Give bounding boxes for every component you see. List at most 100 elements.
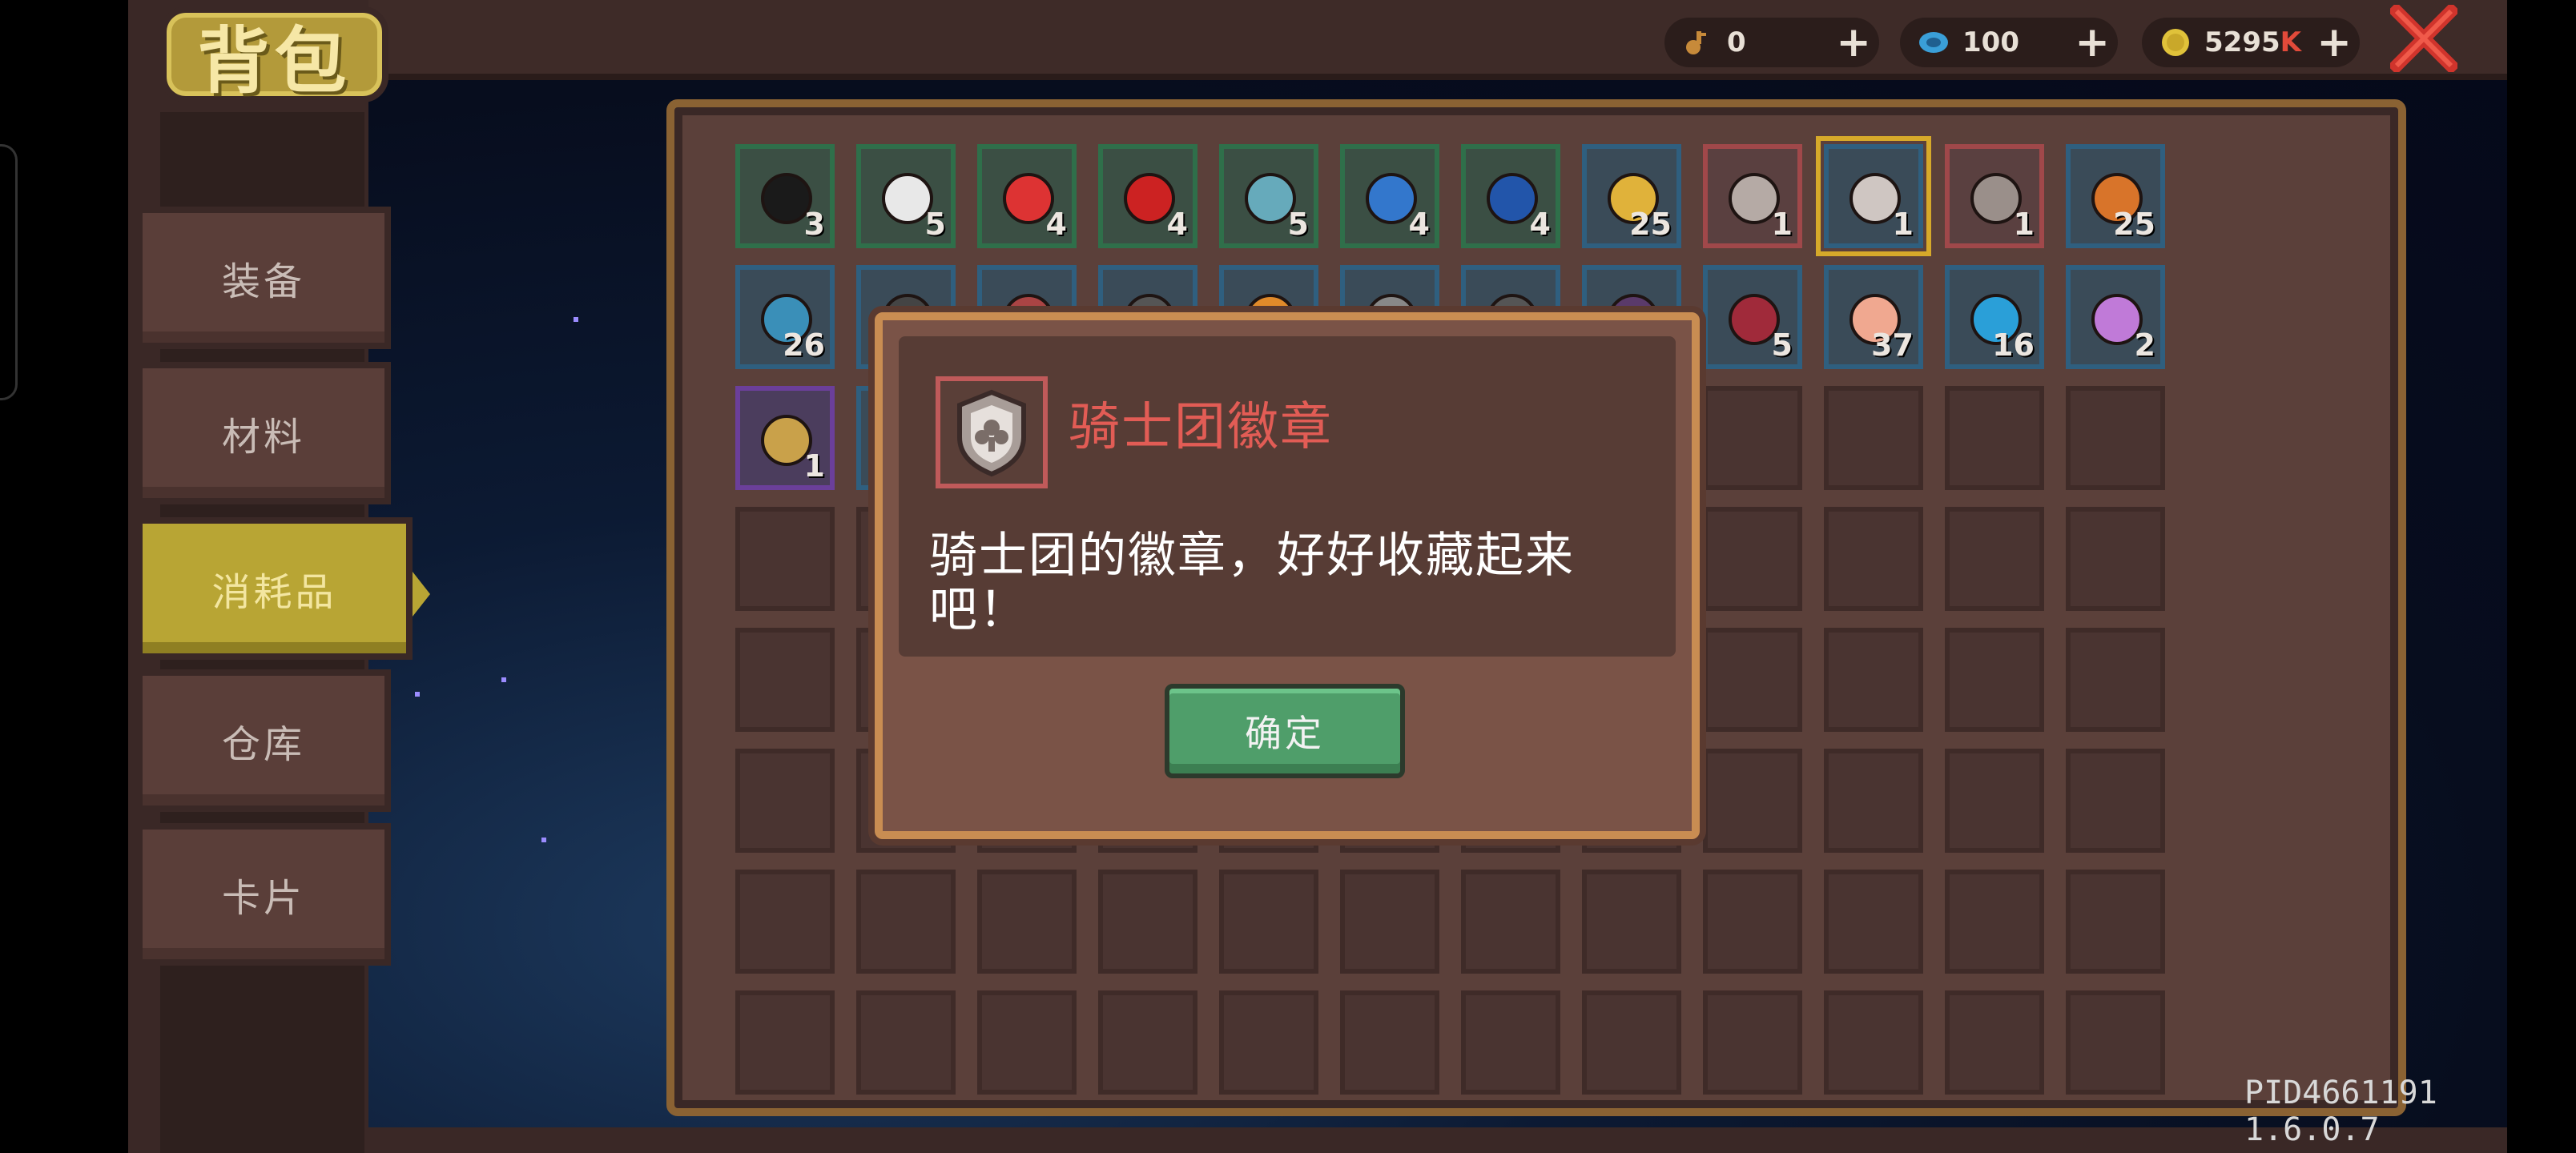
tab-label: 仓库	[221, 722, 305, 767]
tab-materials[interactable]: 材料	[136, 362, 391, 504]
empty-slot[interactable]	[735, 507, 835, 611]
tab-label: 材料	[221, 415, 305, 460]
empty-slot[interactable]	[1945, 507, 2044, 611]
coin-icon	[2162, 29, 2189, 56]
empty-slot[interactable]	[1703, 507, 1802, 611]
empty-slot[interactable]	[1703, 870, 1802, 974]
empty-slot[interactable]	[2066, 990, 2165, 1095]
item-count: 1	[1771, 207, 1793, 242]
empty-slot[interactable]	[1824, 628, 1923, 732]
empty-slot[interactable]	[1945, 628, 2044, 732]
gem-icon	[1919, 32, 1948, 53]
inventory-slot[interactable]: 1	[1816, 136, 1931, 256]
empty-slot[interactable]	[1703, 386, 1802, 490]
page-title: 背包	[197, 19, 352, 103]
item-count: 26	[783, 327, 825, 363]
inventory-slot[interactable]: 4	[1098, 144, 1197, 248]
inventory-slot[interactable]: 1	[1703, 144, 1802, 248]
empty-slot[interactable]	[1582, 870, 1681, 974]
empty-slot[interactable]	[1824, 870, 1923, 974]
item-count: 5	[1771, 327, 1793, 363]
inventory-slot[interactable]: 3	[735, 144, 835, 248]
inventory-slot[interactable]: 5	[856, 144, 956, 248]
item-count: 37	[1871, 327, 1914, 363]
star-decoration	[541, 838, 546, 842]
tab-label: 装备	[221, 259, 305, 304]
empty-slot[interactable]	[1824, 990, 1923, 1095]
empty-slot[interactable]	[735, 870, 835, 974]
empty-slot[interactable]	[856, 990, 956, 1095]
add-gems-button[interactable]: +	[2075, 22, 2110, 63]
empty-slot[interactable]	[1703, 990, 1802, 1095]
empty-slot[interactable]	[1219, 990, 1318, 1095]
empty-slot[interactable]	[735, 749, 835, 853]
close-x-icon	[2390, 5, 2457, 72]
empty-slot[interactable]	[1824, 749, 1923, 853]
inventory-slot[interactable]: 2	[2066, 265, 2165, 369]
inventory-slot[interactable]: 5	[1219, 144, 1318, 248]
backpack-title-plate: 背包	[160, 6, 388, 103]
tab-equipment[interactable]: 装备	[136, 207, 391, 349]
empty-slot[interactable]	[1703, 628, 1802, 732]
inventory-slot[interactable]: 25	[1582, 144, 1681, 248]
currency-coins: 5295K +	[2142, 18, 2360, 67]
tab-cards[interactable]: 卡片	[136, 823, 391, 966]
empty-slot[interactable]	[1582, 990, 1681, 1095]
inventory-slot[interactable]: 26	[735, 265, 835, 369]
empty-slot[interactable]	[2066, 507, 2165, 611]
empty-slot[interactable]	[2066, 386, 2165, 490]
build-version: PID4661191 1.6.0.7	[2244, 1075, 2437, 1148]
empty-slot[interactable]	[1945, 749, 2044, 853]
item-detail-dialog: 骑士团徽章 骑士团的徽章，好好收藏起来吧！ 确定	[875, 312, 1700, 839]
item-count: 25	[1629, 207, 1672, 242]
inventory-slot[interactable]: 25	[2066, 144, 2165, 248]
empty-slot[interactable]	[1824, 507, 1923, 611]
empty-slot[interactable]	[1945, 386, 2044, 490]
empty-slot[interactable]	[2066, 870, 2165, 974]
add-coins-button[interactable]: +	[2316, 22, 2352, 63]
dialog-title: 骑士团徽章	[1069, 398, 1333, 457]
empty-slot[interactable]	[2066, 628, 2165, 732]
item-count: 1	[2013, 207, 2035, 242]
item-count: 1	[803, 448, 825, 484]
tab-warehouse[interactable]: 仓库	[136, 669, 391, 812]
empty-slot[interactable]	[1945, 870, 2044, 974]
inventory-slot[interactable]: 1	[735, 386, 835, 490]
inventory-slot[interactable]: 37	[1824, 265, 1923, 369]
inventory-slot[interactable]: 1	[1945, 144, 2044, 248]
inventory-slot[interactable]: 5	[1703, 265, 1802, 369]
empty-slot[interactable]	[977, 870, 1077, 974]
empty-slot[interactable]	[1098, 990, 1197, 1095]
confirm-button[interactable]: 确定	[1165, 684, 1405, 778]
empty-slot[interactable]	[735, 990, 835, 1095]
item-count: 5	[924, 207, 946, 242]
inventory-slot[interactable]: 16	[1945, 265, 2044, 369]
empty-slot[interactable]	[1219, 870, 1318, 974]
inventory-slot[interactable]: 4	[1340, 144, 1439, 248]
add-keys-button[interactable]: +	[1836, 22, 1871, 63]
tab-label: 消耗品	[211, 570, 337, 615]
inventory-slot[interactable]: 4	[977, 144, 1077, 248]
item-count: 4	[1408, 207, 1430, 242]
empty-slot[interactable]	[1945, 990, 2044, 1095]
empty-slot[interactable]	[1098, 870, 1197, 974]
tab-consumables[interactable]: 消耗品	[136, 517, 430, 660]
star-decoration	[574, 317, 578, 322]
currency-keys: 0 +	[1664, 18, 1879, 67]
empty-slot[interactable]	[1461, 870, 1560, 974]
close-button[interactable]	[2389, 3, 2459, 74]
empty-slot[interactable]	[856, 870, 956, 974]
empty-slot[interactable]	[1824, 386, 1923, 490]
inventory-slot[interactable]: 4	[1461, 144, 1560, 248]
empty-slot[interactable]	[2066, 749, 2165, 853]
gems-value: 100	[1962, 26, 2019, 58]
item-count: 4	[1166, 207, 1188, 242]
empty-slot[interactable]	[1461, 990, 1560, 1095]
empty-slot[interactable]	[1340, 990, 1439, 1095]
tab-label: 卡片	[221, 876, 305, 921]
empty-slot[interactable]	[735, 628, 835, 732]
item-count: 16	[1992, 327, 2035, 363]
empty-slot[interactable]	[977, 990, 1077, 1095]
empty-slot[interactable]	[1703, 749, 1802, 853]
empty-slot[interactable]	[1340, 870, 1439, 974]
